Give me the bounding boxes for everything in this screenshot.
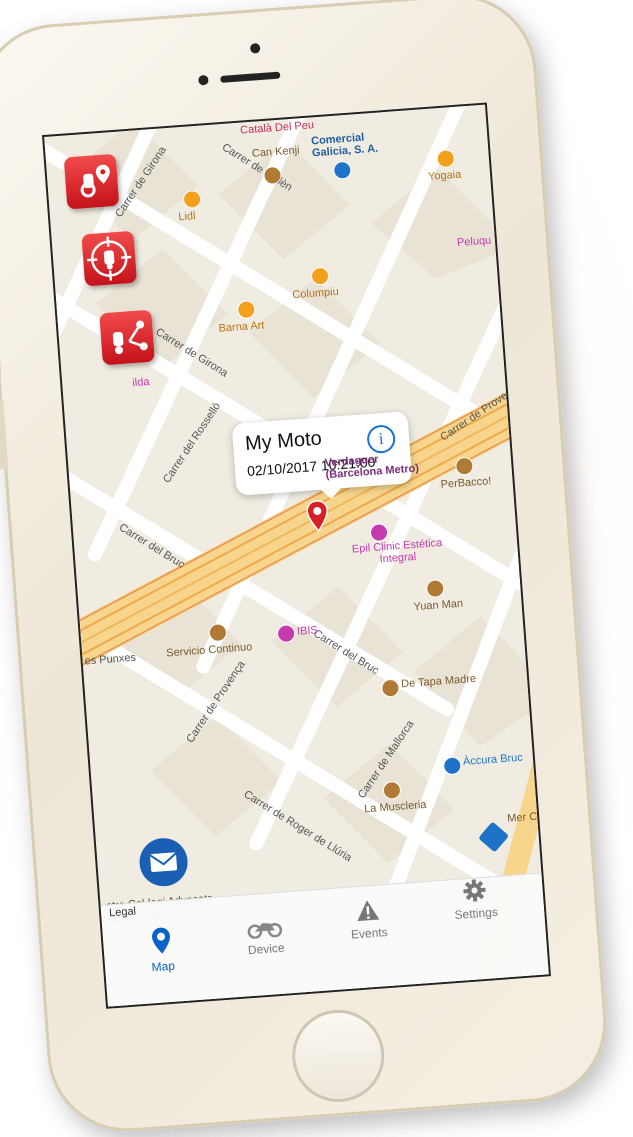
volume-down-button [0, 398, 9, 470]
volume-up-button [0, 308, 2, 380]
front-camera [249, 42, 261, 54]
sensor [198, 74, 209, 86]
vehicle-marker-icon[interactable] [305, 499, 329, 533]
legal-link[interactable]: Legal [109, 905, 137, 919]
app-screen: Carrer de Girona Carrer de Bailèn Carrer… [41, 102, 551, 1009]
track-vehicle-button[interactable] [81, 230, 138, 287]
poi-label: Mer C [506, 810, 538, 825]
tab-settings[interactable]: Settings [434, 876, 517, 924]
moto-location-icon [80, 164, 110, 198]
tab-events[interactable]: Events [327, 895, 410, 943]
motorcycle-icon [247, 922, 283, 939]
map-pin-icon [152, 927, 170, 954]
home-button[interactable] [288, 1006, 388, 1106]
locate-vehicle-button[interactable] [63, 153, 120, 210]
earpiece-speaker [220, 71, 281, 83]
tab-label: Device [247, 940, 286, 958]
poi-label: Lidl [177, 210, 196, 224]
poi-label: IBIS [296, 624, 319, 638]
tab-map[interactable]: Map [120, 923, 203, 977]
route-history-button[interactable] [99, 309, 155, 366]
poi-label: Peluqu [456, 234, 492, 250]
gear-icon [463, 879, 486, 902]
info-icon[interactable]: i [366, 424, 397, 455]
poi-label: ilda [131, 375, 150, 390]
poi-label: Yogaia [427, 168, 462, 183]
warning-icon [357, 900, 380, 922]
callout-title: My Moto [244, 427, 323, 456]
moto-target-icon [87, 236, 132, 281]
tab-label: Map [151, 958, 176, 975]
phone-frame: Carrer de Girona Carrer de Bailèn Carrer… [0, 0, 612, 1137]
tab-device[interactable]: Device [224, 913, 307, 959]
moto-route-icon [112, 320, 148, 355]
tab-label: Settings [454, 904, 499, 923]
tab-label: Events [350, 925, 389, 942]
message-button[interactable] [137, 836, 190, 888]
envelope-icon [149, 852, 178, 872]
